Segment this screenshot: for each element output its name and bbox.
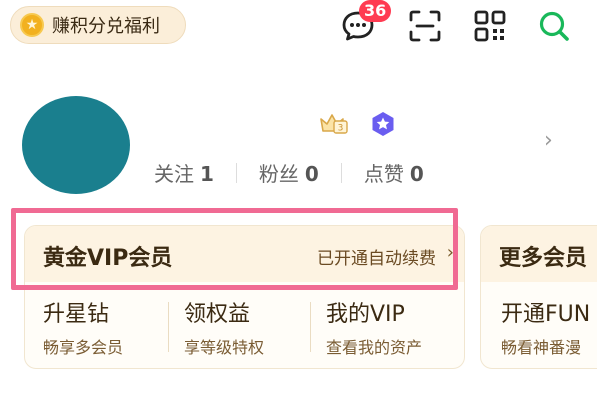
scan-button[interactable]: [407, 8, 443, 44]
star-coin-icon: ★: [20, 13, 44, 37]
stat-following-label: 关注: [154, 162, 194, 186]
vip-divider: [168, 302, 169, 352]
avatar[interactable]: [22, 96, 130, 194]
earn-points-button[interactable]: ★ 赚积分兑福利: [10, 6, 186, 44]
stat-following[interactable]: 关注 1: [154, 158, 214, 187]
profile-stats: 关注 1 粉丝 0 点赞 0: [154, 158, 424, 187]
scan-icon: [409, 10, 441, 42]
search-button[interactable]: [536, 8, 572, 44]
stat-divider: [235, 162, 237, 183]
stat-divider: [340, 162, 342, 183]
vip-item-subtitle: 查看我的资产: [326, 338, 423, 357]
vip-item-claim-benefits[interactable]: 领权益 享等级特权: [184, 296, 264, 358]
more-vip-title: 更多会员: [499, 246, 588, 271]
stat-likes-label: 点赞: [363, 162, 404, 186]
search-icon: [539, 11, 569, 41]
highlight-frame: [11, 208, 458, 290]
vip-item-my-vip[interactable]: 我的VIP 查看我的资产: [326, 296, 422, 358]
earn-points-label: 赚积分兑福利: [52, 16, 160, 37]
more-vip-item-title: 开通FUN: [501, 302, 591, 327]
more-vip-item-subtitle: 畅看神番漫: [501, 338, 582, 357]
vip-item-title: 领权益: [184, 302, 251, 327]
stat-followers[interactable]: 粉丝 0: [259, 158, 319, 187]
qr-code-button[interactable]: [472, 8, 508, 44]
more-vip-card[interactable]: 更多会员 开通FUN 畅看神番漫: [480, 225, 597, 369]
vip-item-title: 我的VIP: [326, 302, 405, 327]
crown-level-icon[interactable]: 3: [319, 111, 349, 135]
more-vip-header[interactable]: 更多会员: [481, 226, 597, 282]
stat-following-value: 1: [200, 162, 214, 186]
svg-text:3: 3: [338, 124, 344, 134]
profile-chevron-right-icon[interactable]: ›: [544, 128, 553, 153]
vip-item-upgrade-star[interactable]: 升星钻 畅享多会员: [43, 296, 123, 358]
message-count-badge: 36: [359, 0, 392, 22]
qr-code-icon: [474, 10, 506, 42]
vip-item-title: 升星钻: [43, 302, 110, 327]
stat-followers-value: 0: [304, 162, 319, 186]
vip-item-subtitle: 享等级特权: [184, 338, 265, 357]
stat-likes-value: 0: [409, 162, 424, 186]
vip-item-subtitle: 畅享多会员: [43, 338, 124, 357]
stat-followers-label: 粉丝: [258, 162, 299, 186]
star-badge-icon[interactable]: [370, 111, 396, 137]
stat-likes[interactable]: 点赞 0: [364, 158, 424, 187]
vip-divider: [310, 302, 311, 352]
more-vip-item[interactable]: 开通FUN 畅看神番漫: [501, 296, 590, 358]
